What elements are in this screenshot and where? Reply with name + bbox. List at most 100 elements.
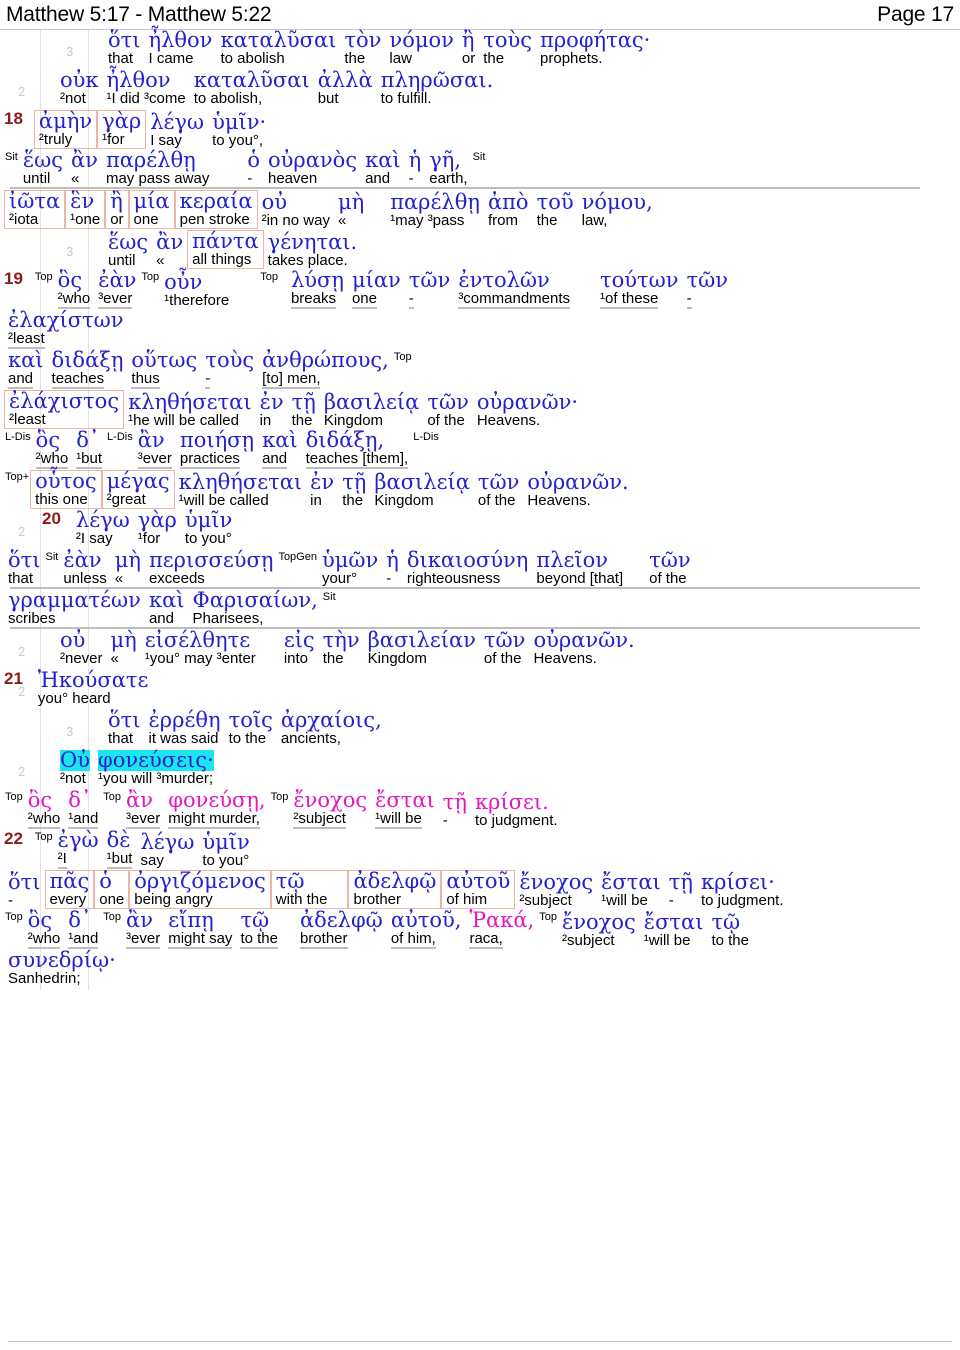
greek-word[interactable]: τῶν	[687, 269, 729, 291]
interlinear-word-pair[interactable]: ἀδελφῷ brother	[348, 870, 442, 910]
interlinear-word-pair[interactable]: οὐρανῶν. Heavens.	[529, 629, 638, 667]
interlinear-word-pair[interactable]: κληθήσεται ¹he will be called	[124, 391, 256, 429]
greek-word[interactable]: καταλῦσαι	[194, 69, 310, 91]
greek-word[interactable]: κρίσει.	[475, 791, 549, 813]
greek-word[interactable]: ὁ	[99, 870, 112, 892]
greek-word[interactable]: συνεδρίῳ·	[8, 949, 116, 971]
greek-word[interactable]: τοὺς	[205, 349, 254, 371]
interlinear-word-pair[interactable]: τὸν the	[340, 29, 385, 67]
interlinear-word-pair[interactable]: τὴν the	[319, 629, 364, 667]
interlinear-word-pair[interactable]: γένηται. takes place.	[264, 231, 362, 269]
interlinear-word-pair[interactable]: βασιλείᾳ Kingdom	[320, 391, 424, 429]
interlinear-word-pair[interactable]: τῶν of the	[474, 471, 524, 509]
interlinear-word-pair[interactable]: δ᾽ ¹and	[64, 789, 102, 830]
greek-word[interactable]: ἀλλὰ	[318, 69, 373, 91]
interlinear-word-pair[interactable]: τοὺς -	[201, 349, 258, 390]
greek-word[interactable]: ποιήσῃ	[180, 429, 254, 451]
interlinear-word-pair[interactable]: παρέλθῃ may pass away	[102, 149, 243, 187]
interlinear-word-pair[interactable]: λέγω ²I say	[72, 509, 134, 547]
greek-word[interactable]: μὴ	[338, 191, 364, 213]
greek-word[interactable]: ἡ	[386, 549, 399, 571]
interlinear-word-pair[interactable]: ἐὰν unless	[59, 549, 110, 587]
interlinear-word-pair[interactable]: δὲ ¹but	[103, 829, 137, 870]
interlinear-word-pair[interactable]: ἐλαχίστων ²least	[4, 309, 128, 350]
greek-word[interactable]: αὐτοῦ	[446, 870, 510, 892]
greek-word[interactable]: κληθήσεται	[179, 471, 303, 493]
greek-word[interactable]: οὗτος	[35, 470, 96, 492]
interlinear-word-pair[interactable]: μὴ «	[107, 629, 141, 667]
interlinear-word-pair[interactable]: ὑμῖν· to you°,	[208, 111, 270, 149]
greek-word[interactable]: δικαιοσύνη	[407, 549, 529, 571]
greek-word[interactable]: τοῦ	[537, 191, 574, 213]
interlinear-word-pair[interactable]: ὃς ²who	[24, 789, 65, 830]
interlinear-word-pair[interactable]: παρέλθῃ ¹may ³pass	[386, 191, 484, 229]
verse-number[interactable]: 20	[42, 510, 66, 527]
greek-word[interactable]: εἰς	[284, 629, 315, 651]
greek-word[interactable]: ἐλαχίστων	[8, 309, 124, 331]
interlinear-word-pair[interactable]: δ᾽ ¹and	[64, 909, 102, 950]
greek-word[interactable]: ἀρχαίοις,	[281, 709, 382, 731]
greek-word[interactable]: τῇ	[292, 391, 316, 413]
interlinear-word-pair[interactable]: ἀνθρώπους, [to] men,	[258, 349, 393, 390]
interlinear-word-pair[interactable]: ἔσται ¹will be	[640, 911, 708, 949]
interlinear-word-pair[interactable]: καὶ and	[145, 589, 189, 627]
interlinear-word-pair[interactable]: πᾶς every	[44, 870, 95, 910]
verse-number[interactable]: 18	[4, 110, 28, 127]
interlinear-word-pair[interactable]: οὐ ²in no way	[258, 191, 334, 229]
greek-word[interactable]: ὁ	[247, 149, 260, 171]
greek-word[interactable]: ἦλθον	[149, 29, 213, 51]
interlinear-word-pair[interactable]: ἐγὼ ²I	[54, 829, 103, 870]
interlinear-word-pair[interactable]: ὁ one	[94, 870, 130, 910]
interlinear-word-pair[interactable]: ἔσται ¹will be	[597, 871, 665, 909]
greek-word[interactable]: οὐρανῶν.	[533, 629, 634, 651]
interlinear-word-pair[interactable]: ἐλάχιστος ²least	[4, 390, 125, 430]
interlinear-word-pair[interactable]: ἀδελφῷ brother	[296, 909, 387, 950]
interlinear-word-pair[interactable]: ἂν ³ever	[134, 429, 176, 470]
interlinear-word-pair[interactable]: νόμου, law,	[578, 191, 657, 229]
greek-word[interactable]: ἐν	[260, 391, 284, 413]
interlinear-word-pair[interactable]: ἐὰν ³ever	[94, 269, 140, 310]
interlinear-word-pair[interactable]: φονεύσῃ, might murder,	[164, 789, 269, 830]
interlinear-word-pair[interactable]: τῇ -	[439, 791, 471, 829]
greek-word[interactable]: λέγω	[140, 831, 194, 853]
greek-word[interactable]: ἐν	[310, 471, 334, 493]
greek-word[interactable]: πάντα	[192, 230, 259, 252]
interlinear-word-pair[interactable]: οὕτως thus	[127, 349, 201, 390]
greek-word[interactable]: πᾶς	[50, 870, 90, 892]
greek-word[interactable]: καὶ	[365, 149, 401, 171]
greek-word[interactable]: ὅτι	[108, 709, 141, 731]
greek-word[interactable]: τῷ	[240, 909, 269, 931]
interlinear-word-pair[interactable]: φονεύσεις· ¹you will ³murder;	[94, 749, 218, 787]
interlinear-word-pair[interactable]: ἔνοχος ²subject	[289, 789, 371, 830]
interlinear-word-pair[interactable]: δ᾽ ¹but	[72, 429, 106, 470]
interlinear-word-pair[interactable]: κρίσει. to judgment.	[471, 791, 562, 829]
greek-word[interactable]: μὴ	[111, 629, 137, 651]
interlinear-word-pair[interactable]: εἰς into	[280, 629, 319, 667]
greek-word[interactable]: γραμματέων	[8, 589, 141, 611]
interlinear-word-pair[interactable]: ὁ-	[243, 149, 264, 187]
greek-word[interactable]: καὶ	[262, 429, 298, 451]
interlinear-word-pair[interactable]: διδάξῃ, teaches [them],	[302, 429, 413, 470]
greek-word[interactable]: διδάξῃ,	[306, 429, 385, 451]
interlinear-word-pair[interactable]: ὑμῖν to you°	[181, 509, 236, 547]
interlinear-word-pair[interactable]: ἡ-	[405, 149, 426, 187]
interlinear-word-pair[interactable]: γὰρ ¹for	[134, 509, 181, 547]
greek-word[interactable]: βασιλείᾳ	[374, 471, 470, 493]
interlinear-word-pair[interactable]: ἀλλὰ but	[314, 69, 377, 107]
interlinear-word-pair[interactable]: εἴπῃ might say	[164, 909, 236, 950]
greek-word[interactable]: Ῥακά,	[469, 909, 534, 931]
interlinear-word-pair[interactable]: λύσῃ breaks	[287, 269, 348, 310]
interlinear-word-pair[interactable]: κεραία pen stroke	[174, 190, 258, 230]
greek-word[interactable]: αὐτοῦ,	[391, 909, 462, 931]
greek-word[interactable]: οὐ	[262, 191, 287, 213]
interlinear-word-pair[interactable]: μὴ «	[111, 549, 145, 587]
greek-word[interactable]: νόμου,	[582, 191, 653, 213]
greek-word[interactable]: τῇ	[669, 871, 693, 893]
interlinear-word-pair[interactable]: ὃς ²who	[24, 909, 65, 950]
interlinear-word-pair[interactable]: αὐτοῦ, of him,	[387, 909, 466, 950]
greek-word[interactable]: ἀνθρώπους,	[262, 349, 389, 371]
interlinear-word-pair[interactable]: διδάξῃ teaches	[48, 349, 128, 390]
greek-word[interactable]: ἀμὴν	[39, 110, 92, 132]
interlinear-word-pair[interactable]: τῷ to the	[236, 909, 296, 950]
greek-word[interactable]: τῶν	[649, 549, 691, 571]
